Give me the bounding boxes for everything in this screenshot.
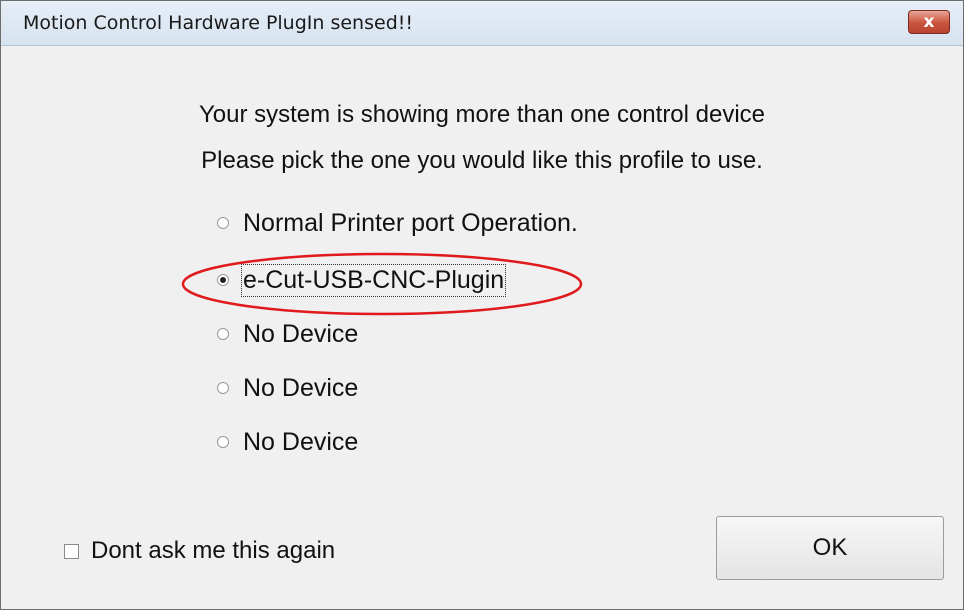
radio-label: No Device: [243, 427, 359, 456]
radio-label: No Device: [243, 373, 359, 402]
radio-option-ecut-usb[interactable]: e-Cut-USB-CNC-Plugin: [217, 263, 507, 297]
close-button[interactable]: x: [908, 10, 950, 34]
ok-button[interactable]: OK: [716, 516, 944, 580]
radio-button[interactable]: [217, 436, 229, 448]
radio-option-no-device-2[interactable]: No Device: [217, 371, 358, 405]
radio-option-no-device-1[interactable]: No Device: [217, 317, 358, 351]
window-title: Motion Control Hardware PlugIn sensed!!: [23, 12, 413, 34]
radio-label: e-Cut-USB-CNC-Plugin: [240, 263, 507, 297]
radio-option-no-device-3[interactable]: No Device: [217, 425, 358, 459]
radio-label: Normal Printer port Operation.: [243, 208, 578, 237]
radio-option-printer-port[interactable]: Normal Printer port Operation.: [217, 206, 578, 240]
radio-button[interactable]: [217, 217, 229, 229]
radio-button[interactable]: [217, 382, 229, 394]
dont-ask-again-checkbox[interactable]: [64, 543, 79, 559]
dont-ask-again-label: Dont ask me this again: [91, 537, 336, 564]
dialog-window: Motion Control Hardware PlugIn sensed!! …: [0, 0, 964, 610]
radio-button-selected[interactable]: [217, 274, 229, 286]
radio-label: No Device: [243, 319, 359, 348]
radio-button[interactable]: [217, 328, 229, 340]
title-bar[interactable]: Motion Control Hardware PlugIn sensed!! …: [1, 1, 963, 46]
message-line-1: Your system is showing more than one con…: [198, 101, 766, 128]
close-icon: x: [923, 12, 935, 32]
message-line-2: Please pick the one you would like this …: [201, 147, 763, 174]
dont-ask-again-checkbox-row[interactable]: Dont ask me this again: [64, 537, 335, 565]
